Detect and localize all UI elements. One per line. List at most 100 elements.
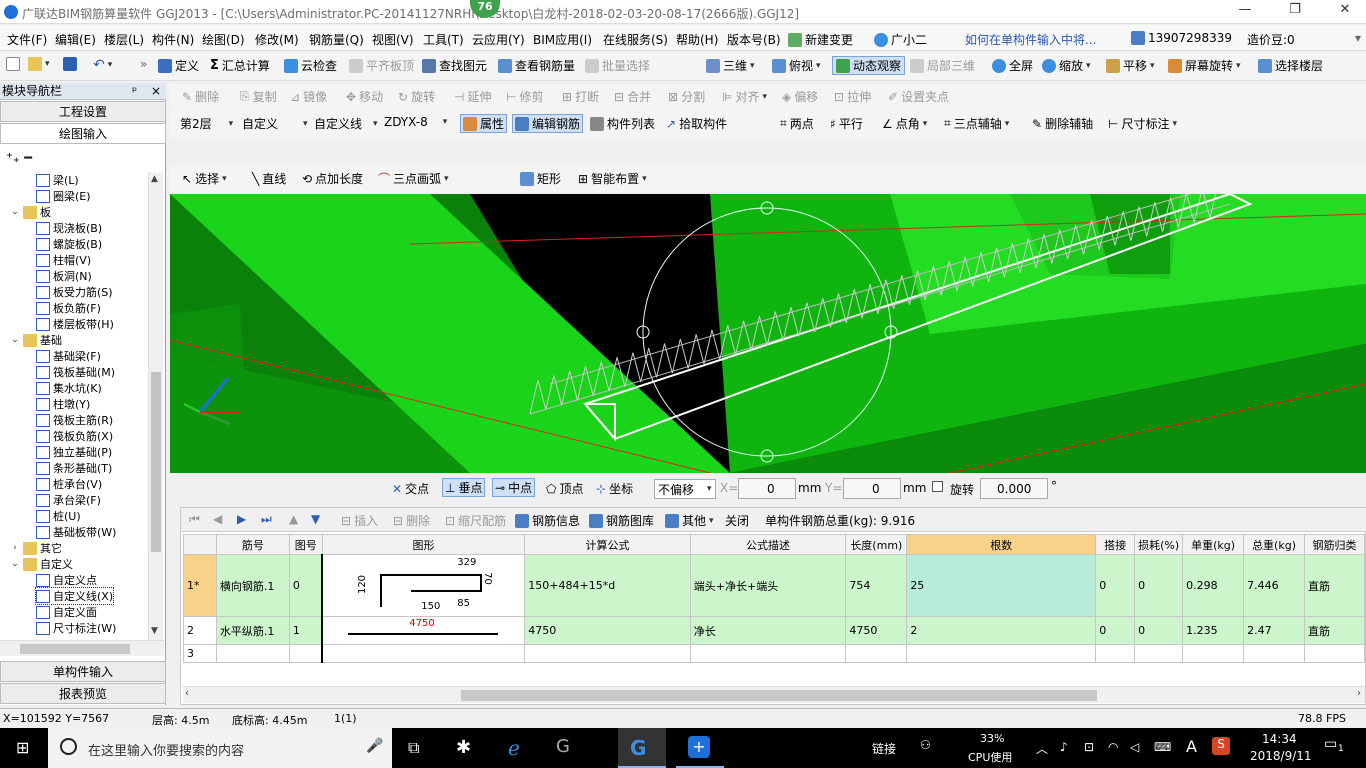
grid-hscrollbar[interactable]: ‹ ›	[183, 686, 1365, 703]
cell-unit-weight[interactable]: 1.235	[1182, 616, 1245, 645]
two-point-axis-button[interactable]: ⌗ 两点	[780, 115, 814, 132]
parallel-axis-button[interactable]: ♯ 平行	[830, 115, 863, 132]
other-button[interactable]: 其他 ▾	[665, 512, 714, 529]
align-slab-top-button[interactable]: 平齐板顶	[349, 57, 414, 74]
edit-rebar-button[interactable]: 编辑钢筋	[512, 114, 584, 133]
tree-item[interactable]: ⌄ 板	[10, 204, 51, 220]
offset-button[interactable]: ◈ 偏移	[782, 88, 818, 105]
collapse-chevron-icon[interactable]: ⌄	[10, 207, 20, 217]
properties-button[interactable]: 属性	[460, 114, 508, 133]
col-count[interactable]: 根数	[906, 534, 1097, 555]
tree-item[interactable]: 条形基础(T)	[36, 460, 112, 476]
split-button[interactable]: ⊠ 分割	[668, 88, 705, 105]
tree-item[interactable]: 自定义点	[36, 572, 97, 588]
menu-rebar-qty[interactable]: 钢筋量(Q)	[309, 31, 364, 48]
clock-date[interactable]: 2018/9/11	[1250, 749, 1312, 763]
tree-item[interactable]: 尺寸标注(W)	[36, 620, 116, 636]
cell-total-weight[interactable]: 2.47	[1243, 616, 1305, 645]
rotate-input[interactable]: 0.000	[980, 478, 1048, 499]
taskbar-ggj-app[interactable]: G	[618, 728, 666, 768]
tree-item[interactable]: 独立基础(P)	[36, 444, 112, 460]
tree-item[interactable]: 楼层板带(H)	[36, 316, 114, 332]
pin-icon[interactable]: ᵖ	[132, 83, 137, 99]
top-view-button[interactable]: 俯视 ▾	[772, 57, 821, 74]
wifi-icon[interactable]: ◠	[1108, 740, 1118, 754]
rebar-info-button[interactable]: 钢筋信息	[515, 512, 580, 529]
align-button[interactable]: ⊫ 对齐 ▾	[722, 88, 767, 105]
prev-record-icon[interactable]: ◀	[213, 512, 222, 526]
snap-vertex-button[interactable]: ⬠ 顶点	[546, 480, 583, 497]
component-name-select[interactable]: ZDYX-8 ▾	[384, 115, 447, 129]
notification-center-icon[interactable]: ▭	[1324, 736, 1337, 752]
tree-item[interactable]: ⌄ 基础	[10, 332, 62, 348]
close-button[interactable]: ✕	[1330, 2, 1360, 22]
find-element-button[interactable]: 查找图元	[422, 57, 487, 74]
collapse-chevron-icon[interactable]: ⌄	[10, 335, 20, 345]
table-row[interactable]: 1* 横向钢筋.1 0 329 70 120 150 85 150+484+15…	[183, 554, 1365, 617]
col-shape[interactable]: 图形	[321, 534, 526, 555]
tree-item[interactable]: › 其它	[10, 540, 62, 556]
cell-figure-no[interactable]: 0	[288, 554, 324, 617]
define-button[interactable]: 定义	[158, 57, 199, 74]
people-icon[interactable]: ⚇	[920, 738, 931, 752]
cell-count[interactable]	[906, 644, 1097, 663]
snap-coordinate-button[interactable]: ⊹ 坐标	[596, 480, 633, 497]
menu-online[interactable]: 在线服务(S)	[603, 31, 668, 48]
cell-figure-no[interactable]	[288, 644, 324, 663]
cell-lap[interactable]: 0	[1095, 554, 1136, 617]
tray-app-icon[interactable]: ⊡	[1084, 740, 1094, 754]
rotate-checkbox[interactable]	[932, 481, 943, 492]
volume-icon[interactable]: ◁	[1130, 740, 1139, 754]
tree-item[interactable]: 自定义面	[36, 604, 97, 620]
dimension-button[interactable]: ⊢ 尺寸标注 ▾	[1108, 115, 1177, 132]
cell-category[interactable]: 直筋	[1304, 554, 1365, 617]
cell-length[interactable]	[845, 644, 908, 663]
single-component-input-button[interactable]: 单构件输入	[0, 661, 166, 682]
menu-component[interactable]: 构件(N)	[152, 31, 194, 48]
taskbar-gld-app[interactable]: +	[676, 728, 724, 768]
select-tool-button[interactable]: ↖ 选择 ▾	[182, 170, 227, 187]
cell-lap[interactable]	[1095, 644, 1136, 663]
col-lap[interactable]: 搭接	[1095, 534, 1136, 555]
rebar-library-button[interactable]: 钢筋图库	[589, 512, 654, 529]
task-view-icon[interactable]: ⧉	[408, 738, 419, 758]
col-formula-desc[interactable]: 公式描述	[689, 534, 847, 555]
fan-app-icon[interactable]: ✱	[456, 737, 471, 758]
menu-draw[interactable]: 绘图(D)	[202, 31, 245, 48]
edge-icon[interactable]: ℯ	[508, 736, 520, 760]
y-input[interactable]: 0	[843, 478, 901, 499]
snap-perpendicular-button[interactable]: ⊥ 垂点	[442, 478, 486, 497]
report-preview-button[interactable]: 报表预览	[0, 683, 166, 704]
cell-rebar-no[interactable]: 水平纵筋.1	[215, 616, 290, 645]
tree-item[interactable]: 柱墩(Y)	[36, 396, 90, 412]
cell-shape[interactable]: 329 70 120 150 85	[321, 554, 526, 617]
cell-loss[interactable]	[1134, 644, 1184, 663]
next-record-icon[interactable]: ▶	[237, 512, 246, 526]
cell-loss[interactable]: 0	[1134, 554, 1184, 617]
undo-icon[interactable]: ↶ ▾	[93, 57, 112, 73]
open-file-icon[interactable]: ▾	[28, 57, 50, 71]
tree-item[interactable]: 板负筋(F)	[36, 300, 101, 316]
x-input[interactable]: 0	[738, 478, 796, 499]
cell-formula[interactable]: 150+484+15*d	[524, 554, 691, 617]
cell-rebar-no[interactable]: 横向钢筋.1	[215, 554, 290, 617]
menu-edit[interactable]: 编辑(E)	[55, 31, 96, 48]
tree-item[interactable]: 自定义线(X)	[34, 587, 115, 605]
cell-loss[interactable]: 0	[1134, 616, 1184, 645]
dynamic-orbit-button[interactable]: 动态观察	[832, 56, 906, 75]
tree-item[interactable]: 筏板负筋(X)	[36, 428, 113, 444]
point-angle-button[interactable]: ∠ 点角 ▾	[882, 115, 927, 132]
cell-total-weight[interactable]	[1243, 644, 1305, 663]
clock-time[interactable]: 14:34	[1262, 732, 1297, 746]
tree-item[interactable]: ⌄ 自定义	[10, 556, 73, 572]
tree-item[interactable]: 集水坑(K)	[36, 380, 102, 396]
tree-item[interactable]: 板洞(N)	[36, 268, 92, 284]
trim-button[interactable]: ⊢ 修剪	[506, 88, 543, 105]
zoom-button[interactable]: 缩放 ▾	[1042, 57, 1091, 74]
menu-bim[interactable]: BIM应用(I)	[533, 31, 592, 48]
link-label[interactable]: 链接	[872, 740, 896, 757]
cell-shape[interactable]	[321, 644, 526, 663]
cell-lap[interactable]: 0	[1095, 616, 1136, 645]
restore-button[interactable]: ❐	[1280, 2, 1310, 22]
stretch-button[interactable]: ⊡ 拉伸	[834, 88, 871, 105]
